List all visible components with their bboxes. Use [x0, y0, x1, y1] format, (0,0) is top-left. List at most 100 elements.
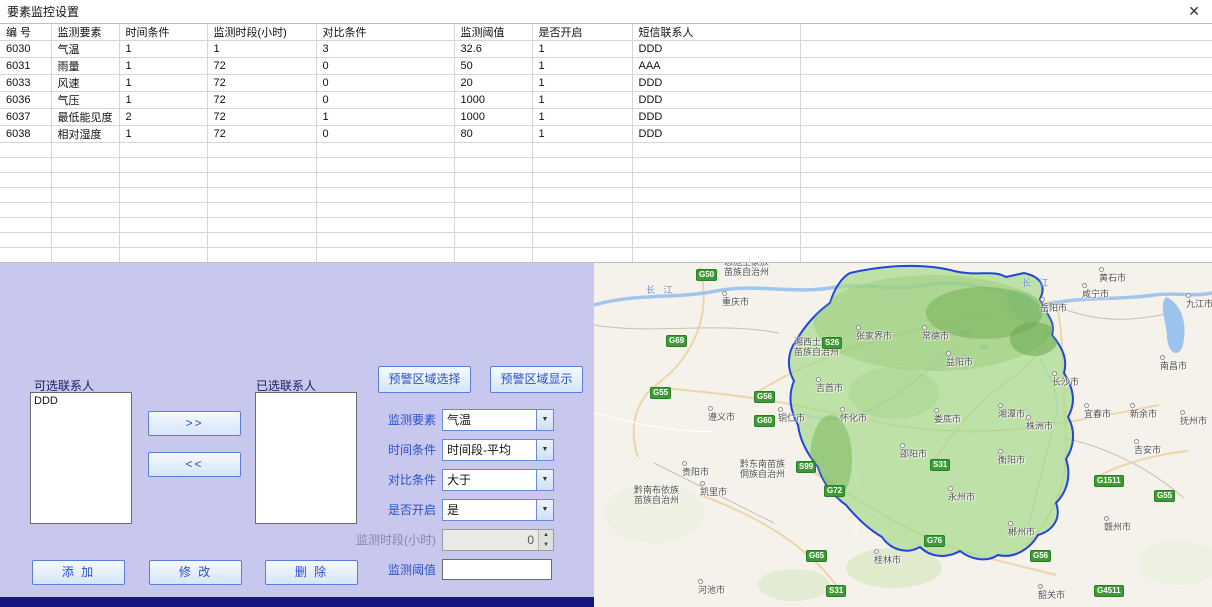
city-marker-icon — [708, 406, 713, 411]
table-row-empty — [0, 143, 1212, 158]
city-marker-icon — [698, 579, 703, 584]
element-label: 监测要素 — [330, 409, 436, 431]
chevron-down-icon[interactable]: ▼ — [536, 500, 553, 520]
map-city-label: 常德市 — [922, 321, 949, 341]
table-cell: 1 — [119, 41, 207, 58]
chevron-down-icon[interactable]: ▼ — [536, 470, 553, 490]
table-cell — [454, 158, 532, 173]
table-cell: AAA — [632, 58, 800, 75]
table-cell — [800, 218, 1212, 233]
city-marker-icon — [700, 481, 705, 486]
column-header[interactable]: 对比条件 — [316, 24, 454, 41]
map-city-label: 铜仁市 — [778, 403, 805, 423]
table-cell: 气压 — [51, 92, 119, 109]
table-cell: 72 — [207, 109, 316, 126]
table-cell — [800, 143, 1212, 158]
compare-field-row: 对比条件 大于 ▼ — [330, 469, 558, 491]
map-city-label: 河池市 — [698, 575, 725, 595]
city-marker-icon — [722, 291, 727, 296]
table-cell — [207, 203, 316, 218]
table-cell: 6033 — [0, 75, 51, 92]
modify-button[interactable]: 修 改 — [149, 560, 242, 585]
table-cell — [119, 143, 207, 158]
element-dropdown[interactable]: 气温 ▼ — [442, 409, 554, 431]
table-cell: 6038 — [0, 126, 51, 143]
map-area[interactable]: 恩施土家族苗族自治州重庆市黄石市咸宁市九江市岳阳市张家界市常德市湘西土家族苗族自… — [594, 263, 1212, 607]
map-city-label: 黔东南苗族侗族自治州 — [740, 459, 785, 479]
table-cell — [51, 173, 119, 188]
monitor-table: 编 号监测要素时间条件监测时段(小时)对比条件监测阈值是否开启短信联系人 603… — [0, 24, 1212, 263]
compare-condition-dropdown[interactable]: 大于 ▼ — [442, 469, 554, 491]
spin-down-icon[interactable]: ▼ — [539, 540, 553, 550]
city-marker-icon — [816, 377, 821, 382]
time-condition-value: 时间段-平均 — [443, 440, 536, 460]
map-city-label: 韶关市 — [1038, 580, 1065, 600]
table-cell — [454, 248, 532, 263]
road-badge: G50 — [696, 269, 717, 281]
table-row-empty — [0, 203, 1212, 218]
road-badge: S31 — [826, 585, 846, 597]
map-city-label: 咸宁市 — [1082, 279, 1109, 299]
table-cell: 最低能见度 — [51, 109, 119, 126]
table-cell — [316, 248, 454, 263]
threshold-input[interactable] — [442, 559, 552, 580]
table-cell — [316, 173, 454, 188]
warning-area-display-button[interactable]: 预警区域显示 — [490, 366, 583, 393]
threshold-field-row: 监测阈值 — [330, 559, 558, 581]
close-icon[interactable]: ✕ — [1188, 3, 1200, 19]
map-city-label: 九江市 — [1186, 289, 1212, 309]
table-cell — [0, 158, 51, 173]
city-marker-icon — [1084, 403, 1089, 408]
table-cell: 1 — [532, 92, 632, 109]
table-cell: 6031 — [0, 58, 51, 75]
column-header[interactable]: 监测阈值 — [454, 24, 532, 41]
enabled-dropdown[interactable]: 是 ▼ — [442, 499, 554, 521]
road-badge: G69 — [666, 335, 687, 347]
map-city-label: 南昌市 — [1160, 351, 1187, 371]
table-row-empty — [0, 158, 1212, 173]
column-header[interactable]: 监测要素 — [51, 24, 119, 41]
road-badge: G72 — [824, 485, 845, 497]
table-cell — [207, 233, 316, 248]
table-cell — [454, 143, 532, 158]
map-city-label: 郴州市 — [1008, 517, 1035, 537]
time-condition-dropdown[interactable]: 时间段-平均 ▼ — [442, 439, 554, 461]
move-left-button[interactable]: << — [148, 452, 241, 477]
road-badge: S99 — [796, 461, 816, 473]
table-cell — [119, 173, 207, 188]
map-city-label: 黔南布依族苗族自治州 — [634, 485, 679, 505]
add-button[interactable]: 添 加 — [32, 560, 125, 585]
city-marker-icon — [840, 407, 845, 412]
city-marker-icon — [948, 486, 953, 491]
table-row[interactable]: 6033风速1720201DDD — [0, 75, 1212, 92]
map-city-label: 遵义市 — [708, 402, 735, 422]
available-contacts-list[interactable]: DDD — [30, 392, 132, 524]
table-cell: 20 — [454, 75, 532, 92]
table-row[interactable]: 6036气压172010001DDD — [0, 92, 1212, 109]
table-row[interactable]: 6031雨量1720501AAA — [0, 58, 1212, 75]
column-header[interactable]: 编 号 — [0, 24, 51, 41]
panel-bottom-strip — [0, 597, 594, 607]
column-header[interactable]: 短信联系人 — [632, 24, 800, 41]
table-row[interactable]: 6030气温11332.61DDD — [0, 41, 1212, 58]
column-header[interactable]: 时间条件 — [119, 24, 207, 41]
table-cell — [119, 248, 207, 263]
move-right-button[interactable]: >> — [148, 411, 241, 436]
table-cell: DDD — [632, 109, 800, 126]
period-spinner[interactable]: 0 ▲ ▼ — [442, 529, 554, 551]
warning-area-select-button[interactable]: 预警区域选择 — [378, 366, 471, 393]
table-row[interactable]: 6038相对湿度1720801DDD — [0, 126, 1212, 143]
spinner-buttons: ▲ ▼ — [538, 530, 553, 550]
map-city-label: 娄底市 — [934, 404, 961, 424]
chevron-down-icon[interactable]: ▼ — [536, 410, 553, 430]
table-cell — [207, 173, 316, 188]
table-row[interactable]: 6037最低能见度272110001DDD — [0, 109, 1212, 126]
table-cell: DDD — [632, 75, 800, 92]
table-cell: DDD — [632, 92, 800, 109]
chevron-down-icon[interactable]: ▼ — [536, 440, 553, 460]
spin-up-icon[interactable]: ▲ — [539, 530, 553, 540]
column-header[interactable]: 是否开启 — [532, 24, 632, 41]
titlebar: 要素监控设置 ✕ — [0, 0, 1212, 23]
list-item[interactable]: DDD — [31, 394, 131, 408]
column-header[interactable]: 监测时段(小时) — [207, 24, 316, 41]
